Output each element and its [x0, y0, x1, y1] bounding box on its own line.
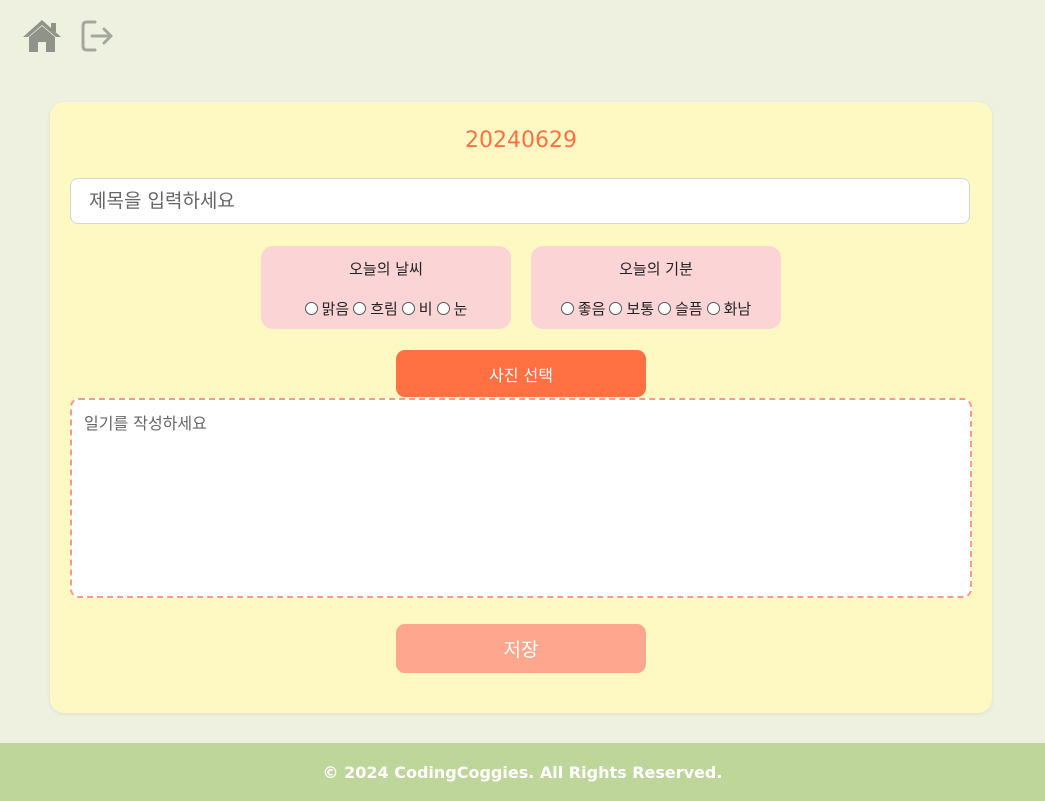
mood-option-angry[interactable]: 화남 [706, 298, 752, 319]
diary-content-textarea[interactable] [70, 398, 972, 598]
weather-option-label: 흐림 [370, 300, 398, 318]
mood-option-label: 좋음 [577, 300, 606, 318]
weather-option-snow[interactable]: 눈 [436, 298, 468, 319]
mood-option-label: 화남 [723, 300, 752, 318]
weather-option-rain[interactable]: 비 [401, 298, 433, 319]
radio-button[interactable] [353, 302, 367, 315]
diary-card: 20240629 오늘의 날씨 맑음 흐림 비 눈 오늘의 기분 [50, 102, 992, 713]
weather-title: 오늘의 날씨 [349, 260, 423, 278]
home-icon[interactable] [22, 18, 62, 54]
weather-option-cloudy[interactable]: 흐림 [353, 298, 398, 319]
photo-select-button[interactable]: 사진 선택 [396, 350, 646, 397]
mood-title: 오늘의 기분 [619, 260, 693, 278]
weather-option-label: 맑음 [321, 300, 350, 318]
weather-option-sunny[interactable]: 맑음 [304, 298, 350, 319]
mood-option-sad[interactable]: 슬픔 [658, 298, 703, 319]
radio-button[interactable] [658, 302, 671, 315]
radio-button[interactable] [706, 302, 720, 315]
diary-date: 20240629 [465, 128, 577, 153]
mood-selector: 오늘의 기분 좋음 보통 슬픔 화남 [531, 246, 781, 329]
mood-option-label: 보통 [626, 300, 654, 318]
mood-option-normal[interactable]: 보통 [609, 298, 654, 319]
radio-button[interactable] [304, 302, 318, 315]
mood-option-good[interactable]: 좋음 [560, 298, 606, 319]
weather-selector: 오늘의 날씨 맑음 흐림 비 눈 [261, 246, 511, 329]
logout-icon[interactable] [80, 18, 116, 54]
radio-button[interactable] [436, 302, 450, 315]
radio-button[interactable] [609, 302, 623, 315]
radio-button[interactable] [401, 302, 415, 315]
weather-options: 맑음 흐림 비 눈 [261, 298, 511, 319]
title-input[interactable] [70, 178, 970, 224]
footer-copyright: © 2024 CodingCoggies. All Rights Reserve… [322, 762, 723, 782]
save-button[interactable]: 저장 [396, 624, 646, 673]
mood-option-label: 슬픔 [675, 300, 703, 318]
weather-option-label: 비 [418, 300, 433, 318]
mood-options: 좋음 보통 슬픔 화남 [531, 298, 781, 319]
weather-option-label: 눈 [453, 300, 468, 318]
radio-button[interactable] [560, 302, 574, 315]
top-nav [22, 18, 116, 54]
footer: © 2024 CodingCoggies. All Rights Reserve… [0, 743, 1045, 801]
